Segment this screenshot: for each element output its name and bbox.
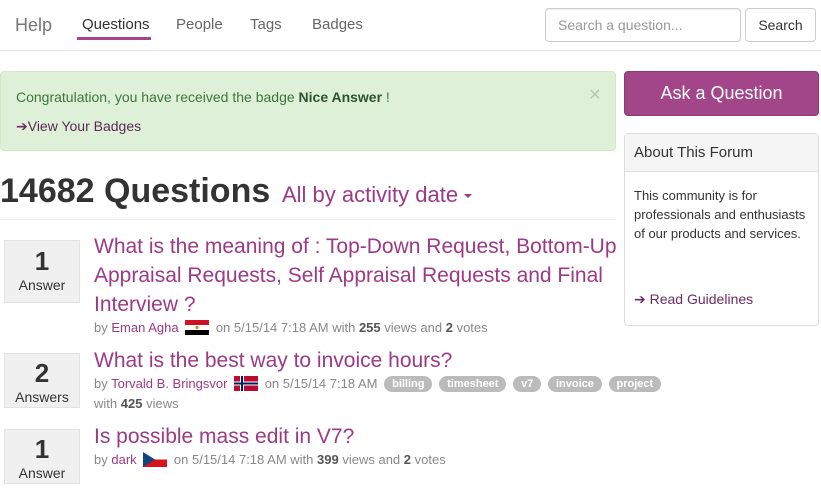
by-text: by: [94, 452, 108, 467]
tag-timesheet[interactable]: timesheet: [439, 376, 507, 392]
badge-alert: Congratulation, you have received the ba…: [0, 71, 616, 151]
post-date: on 5/15/14 7:18 AM with: [173, 452, 314, 467]
question-meta: by dark on 5/15/14 7:18 AM with 399 view…: [94, 450, 446, 469]
view-badges-label: View Your Badges: [27, 118, 142, 134]
question-meta: by Torvald B. Bringsvor on 5/15/14 7:18 …: [94, 374, 662, 393]
czech-flag-icon: [143, 452, 168, 467]
author-link[interactable]: Torvald B. Bringsvor: [111, 376, 227, 391]
answer-count-label: Answers: [15, 389, 69, 405]
about-forum-panel: About This Forum This community is for p…: [624, 133, 819, 326]
by-text: by: [94, 320, 108, 335]
by-text: by: [94, 376, 108, 391]
view-count: 425: [120, 396, 143, 411]
answer-count: 1: [34, 246, 50, 276]
question-meta-views: with 425 views: [94, 394, 179, 413]
tag-billing[interactable]: billing: [384, 376, 433, 392]
author-link[interactable]: dark: [111, 452, 136, 467]
egypt-flag-icon: [185, 320, 210, 335]
answer-count-box: 1 Answer: [4, 429, 80, 484]
view-badges-link[interactable]: ➔View Your Badges: [16, 118, 141, 135]
page-title: 14682 Questions: [0, 172, 271, 210]
answer-count: 1: [34, 434, 50, 464]
ask-question-button[interactable]: Ask a Question: [624, 71, 819, 116]
tag-v7[interactable]: v7: [513, 376, 542, 392]
votes-text: votes: [456, 320, 488, 335]
read-guidelines-label: Read Guidelines: [649, 291, 754, 307]
views-text: views: [146, 396, 179, 411]
with-text: with: [94, 396, 118, 411]
nav-item-questions[interactable]: Questions: [82, 16, 150, 33]
post-date: on 5/15/14 7:18 AM: [264, 376, 378, 391]
tag-invoice[interactable]: invoice: [547, 376, 602, 392]
close-icon[interactable]: ×: [589, 85, 601, 105]
arrow-right-icon: ➔: [634, 291, 646, 307]
question-title-link[interactable]: What is the best way to invoice hours?: [94, 346, 452, 375]
answer-count-box: 1 Answer: [4, 240, 80, 303]
tag-project[interactable]: project: [608, 376, 662, 392]
nav-item-people[interactable]: People: [176, 16, 223, 33]
nav-item-tags[interactable]: Tags: [250, 16, 282, 33]
panel-title: About This Forum: [625, 134, 818, 172]
heading-divider: [0, 219, 616, 220]
answer-count-box: 2 Answers: [4, 353, 80, 408]
nav-item-badges[interactable]: Badges: [312, 16, 363, 33]
answer-count: 2: [34, 358, 50, 388]
vote-count: 2: [403, 452, 412, 467]
views-text: views and: [342, 452, 401, 467]
alert-text-prefix: Congratulation, you have received the ba…: [16, 89, 299, 105]
answer-count-label: Answer: [18, 277, 66, 293]
author-link[interactable]: Eman Agha: [111, 320, 178, 335]
alert-badge-name: Nice Answer: [298, 89, 383, 105]
question-title-link[interactable]: Is possible mass edit in V7?: [94, 422, 354, 451]
sort-dropdown[interactable]: All by activity date: [282, 182, 473, 208]
question-title-link[interactable]: What is the meaning of : Top-Down Reques…: [94, 232, 622, 319]
norway-flag-icon: [234, 376, 259, 391]
answer-count-label: Answer: [18, 465, 66, 481]
question-meta: by Eman Agha on 5/15/14 7:18 AM with 255…: [94, 318, 488, 337]
search-input[interactable]: [545, 8, 741, 42]
alert-message: Congratulation, you have received the ba…: [16, 89, 390, 105]
view-count: 399: [317, 452, 339, 467]
panel-description: This community is for professionals and …: [634, 188, 806, 241]
active-nav-indicator: [77, 37, 151, 40]
arrow-right-icon: ➔: [16, 118, 28, 134]
top-navbar: Help Questions People Tags Badges Search: [0, 0, 821, 51]
caret-down-icon: [464, 194, 473, 199]
post-date: on 5/15/14 7:18 AM with: [215, 320, 356, 335]
votes-text: votes: [414, 452, 446, 467]
view-count: 255: [358, 320, 381, 335]
vote-count: 2: [445, 320, 453, 335]
views-text: views and: [384, 320, 443, 335]
sort-label: All by activity date: [282, 182, 459, 207]
alert-text-suffix: !: [382, 89, 390, 105]
brand-link[interactable]: Help: [15, 15, 52, 36]
search-button[interactable]: Search: [745, 8, 816, 42]
read-guidelines-link[interactable]: ➔ Read Guidelines: [634, 291, 753, 308]
